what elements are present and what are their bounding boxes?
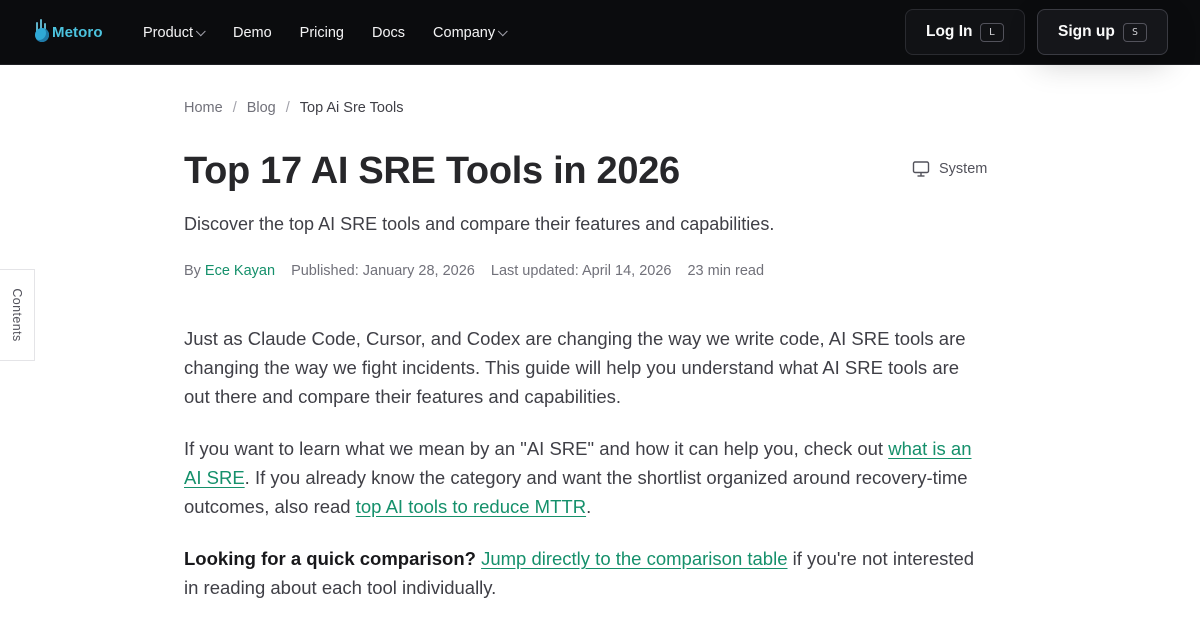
paragraph-quick-comparison: Looking for a quick comparison? Jump dir… <box>184 544 984 602</box>
nav-product-label: Product <box>143 25 193 41</box>
breadcrumb-separator: / <box>232 100 237 116</box>
nav-product[interactable]: Product <box>143 22 206 44</box>
paragraph-learn-more: If you want to learn what we mean by an … <box>184 434 984 521</box>
contents-tab[interactable]: Contents <box>0 269 35 361</box>
published-date: Published: January 28, 2026 <box>291 263 475 279</box>
nav-demo-label: Demo <box>232 25 272 41</box>
nav-pricing[interactable]: Pricing <box>300 22 344 44</box>
contents-tab-label: Contents <box>10 288 24 342</box>
login-button[interactable]: Log In L <box>905 9 1025 55</box>
nav-company-label: Company <box>433 25 496 41</box>
logo-icon <box>34 18 50 46</box>
signup-button[interactable]: Sign up S <box>1037 9 1168 55</box>
text-segment: If you want to learn what we mean by an … <box>184 438 889 459</box>
monitor-icon <box>912 161 930 177</box>
metoro-logo[interactable]: Metoro <box>34 14 103 50</box>
nav-docs-label: Docs <box>372 25 406 41</box>
text-segment: . <box>586 496 592 517</box>
nav-pricing-label: Pricing <box>299 25 344 41</box>
paragraph-intro: Just as Claude Code, Cursor, and Codex a… <box>184 328 966 407</box>
breadcrumb-separator: / <box>285 100 290 116</box>
breadcrumb: Home / Blog / Top Ai Sre Tools <box>184 100 404 116</box>
page-subtitle: Discover the top AI SRE tools and compar… <box>184 214 775 234</box>
login-label: Log In <box>926 23 973 40</box>
theme-toggle-label: System <box>939 161 988 177</box>
logo-text: Metoro <box>52 23 103 41</box>
article-meta: By Ece Kayan Published: January 28, 2026… <box>184 263 764 279</box>
main-nav: Product Demo Pricing Docs Company <box>143 22 535 44</box>
login-shortcut-badge: L <box>980 22 1004 42</box>
top-navbar: Metoro Product Demo Pricing Docs Company… <box>0 0 1200 65</box>
signup-label: Sign up <box>1058 23 1115 40</box>
breadcrumb-home[interactable]: Home <box>184 100 223 116</box>
comparison-table-link[interactable]: Jump directly to the comparison table <box>481 548 787 569</box>
author-link[interactable]: Ece Kayan <box>205 263 275 279</box>
nav-demo[interactable]: Demo <box>233 22 272 44</box>
nav-company[interactable]: Company <box>433 22 508 44</box>
signup-shortcut-badge: S <box>1123 22 1147 42</box>
updated-date: Last updated: April 14, 2026 <box>490 263 672 279</box>
nav-docs[interactable]: Docs <box>372 22 405 44</box>
article-body: Just as Claude Code, Cursor, and Codex a… <box>184 324 984 625</box>
reduce-mttr-link[interactable]: top AI tools to reduce MTTR <box>356 496 586 517</box>
breadcrumb-current: Top Ai Sre Tools <box>299 100 404 116</box>
chevron-down-icon <box>195 25 206 36</box>
theme-toggle[interactable]: System <box>912 160 987 178</box>
page-title: Top 17 AI SRE Tools in 2026 <box>184 150 680 192</box>
read-time: 23 min read <box>687 263 765 279</box>
chevron-down-icon <box>497 25 508 36</box>
breadcrumb-blog[interactable]: Blog <box>247 100 276 116</box>
bold-lead: Looking for a quick comparison? <box>184 548 476 569</box>
byline-prefix: By <box>184 263 201 279</box>
